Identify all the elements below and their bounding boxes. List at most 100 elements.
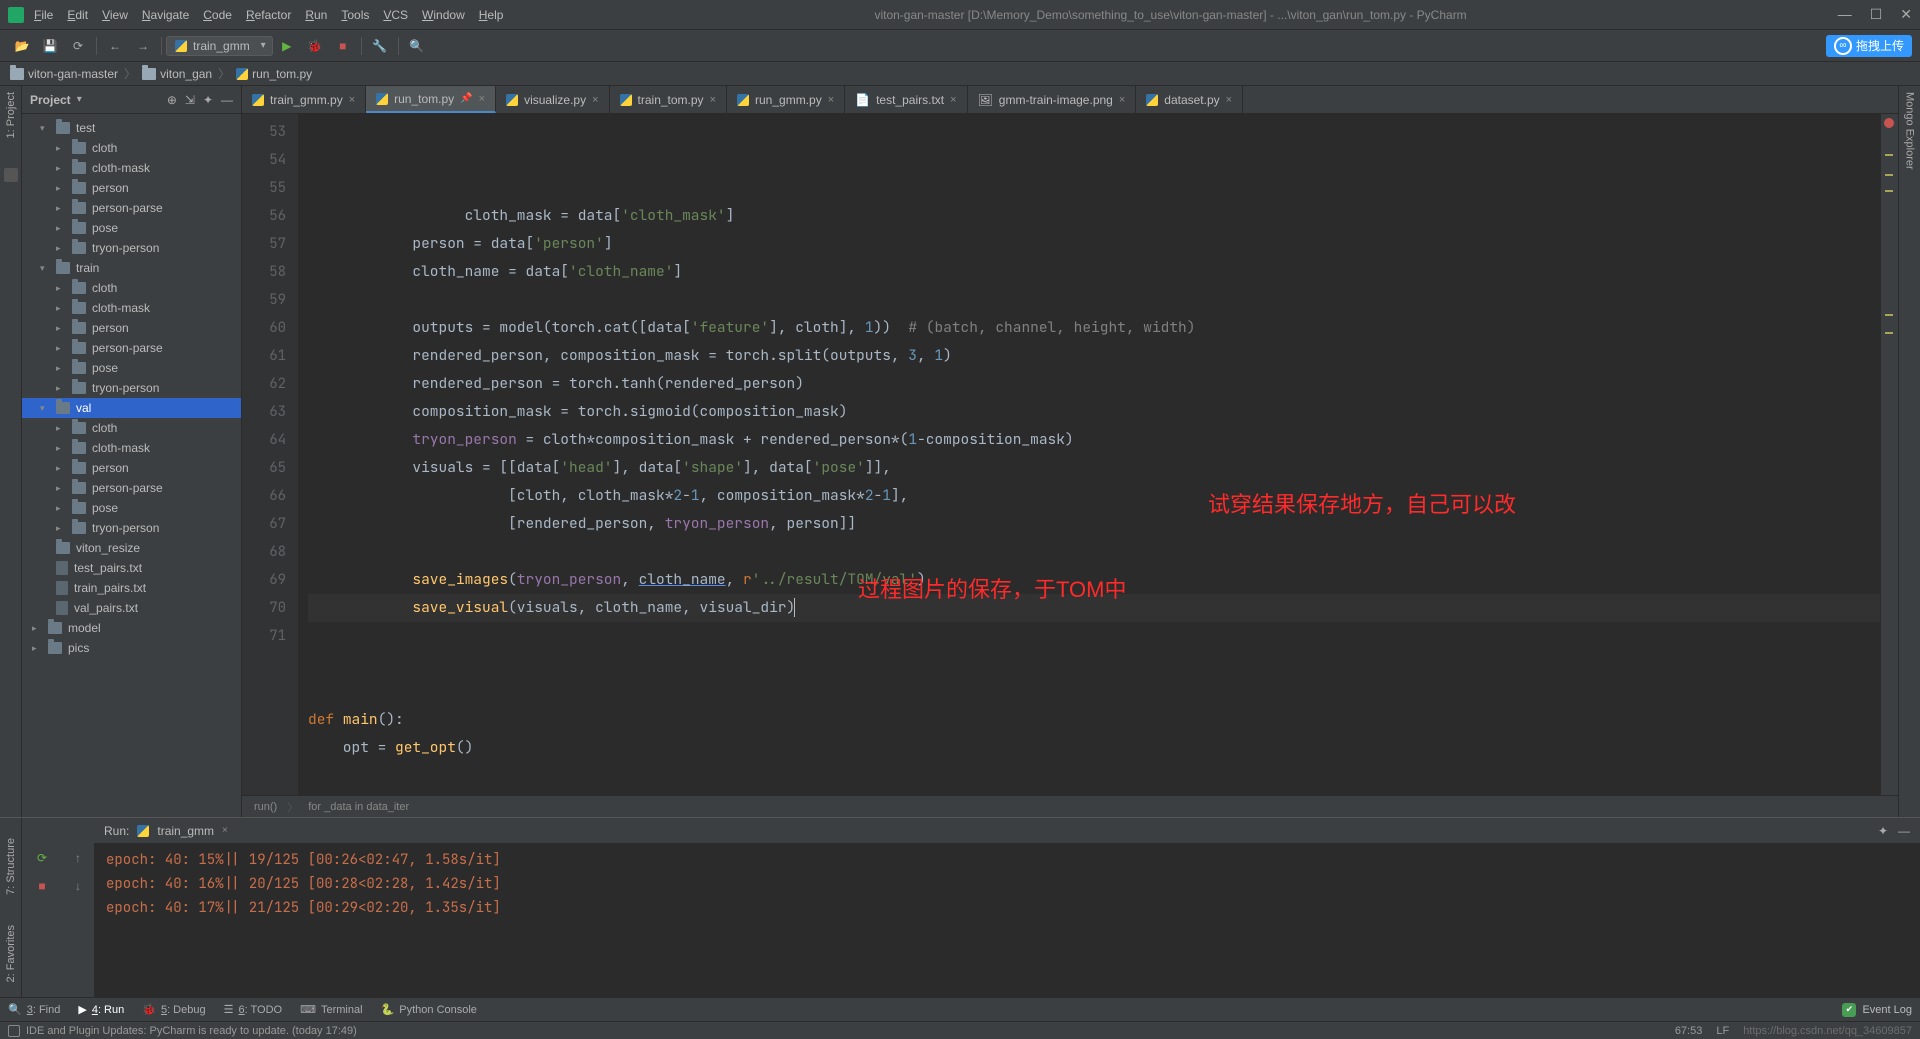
expand-arrow-icon[interactable]: ▸ bbox=[56, 243, 66, 254]
error-stripe[interactable] bbox=[1880, 114, 1898, 795]
project-view-drop-icon[interactable]: ▾ bbox=[77, 94, 82, 105]
tree-file[interactable]: val_pairs.txt bbox=[22, 598, 241, 618]
side-tab-favorites[interactable]: 2: Favorites bbox=[5, 925, 17, 982]
expand-arrow-icon[interactable]: ▸ bbox=[56, 503, 66, 514]
expand-arrow-icon[interactable]: ▸ bbox=[56, 303, 66, 314]
tooltab-debug[interactable]: 🐞5: Debug bbox=[142, 1003, 205, 1016]
refresh-icon[interactable]: ⟳ bbox=[68, 36, 88, 56]
run-hide-icon[interactable]: — bbox=[1898, 824, 1910, 838]
expand-arrow-icon[interactable]: ▾ bbox=[40, 123, 50, 134]
build-icon[interactable]: 🔧 bbox=[370, 36, 390, 56]
breadcrumb-item[interactable]: viton-gan-master bbox=[10, 67, 118, 81]
console-output[interactable]: epoch: 40: 15%|| 19/125 [00:26<02:47, 1.… bbox=[94, 844, 1920, 997]
expand-arrow-icon[interactable]: ▸ bbox=[56, 463, 66, 474]
tree-folder[interactable]: ▸cloth-mask bbox=[22, 298, 241, 318]
tab-close-icon[interactable]: × bbox=[349, 94, 355, 106]
tree-folder[interactable]: ▸person bbox=[22, 178, 241, 198]
menu-code[interactable]: Code bbox=[203, 8, 232, 22]
expand-arrow-icon[interactable]: ▸ bbox=[56, 223, 66, 234]
debug-icon[interactable]: 🐞 bbox=[305, 36, 325, 56]
tree-folder[interactable]: ▸cloth-mask bbox=[22, 158, 241, 178]
pin-icon[interactable]: 📌 bbox=[460, 93, 472, 104]
rerun-icon[interactable]: ⟳ bbox=[34, 850, 50, 866]
tree-folder[interactable]: ▸pose bbox=[22, 498, 241, 518]
editor-tab[interactable]: run_tom.py📌× bbox=[366, 86, 496, 113]
tooltab-run[interactable]: ▶4: Run bbox=[78, 1003, 124, 1016]
menu-view[interactable]: View bbox=[102, 8, 128, 22]
event-log-tab[interactable]: Event Log bbox=[1862, 1004, 1912, 1016]
tab-close-icon[interactable]: × bbox=[592, 94, 598, 106]
stop-icon[interactable]: ■ bbox=[34, 878, 50, 894]
menu-tools[interactable]: Tools bbox=[341, 8, 369, 22]
back-icon[interactable]: ← bbox=[105, 36, 125, 56]
menu-run[interactable]: Run bbox=[305, 8, 327, 22]
tree-folder[interactable]: ▸tryon-person bbox=[22, 518, 241, 538]
tooltab-todo[interactable]: ☰6: TODO bbox=[224, 1003, 283, 1016]
breadcrumb-item[interactable]: run_tom.py bbox=[236, 67, 312, 81]
tree-folder[interactable]: ▸model bbox=[22, 618, 241, 638]
tree-folder[interactable]: ▸person-parse bbox=[22, 478, 241, 498]
tree-folder[interactable]: ▸cloth bbox=[22, 278, 241, 298]
tab-close-icon[interactable]: × bbox=[828, 94, 834, 106]
expand-arrow-icon[interactable]: ▸ bbox=[56, 383, 66, 394]
project-tree[interactable]: ▾test▸cloth▸cloth-mask▸person▸person-par… bbox=[22, 114, 241, 817]
forward-icon[interactable]: → bbox=[133, 36, 153, 56]
menu-vcs[interactable]: VCS bbox=[383, 8, 408, 22]
side-tab-mongo[interactable]: Mongo Explorer bbox=[1904, 92, 1916, 170]
save-icon[interactable]: 💾 bbox=[40, 36, 60, 56]
expand-arrow-icon[interactable]: ▸ bbox=[56, 443, 66, 454]
close-button[interactable]: ✕ bbox=[1900, 6, 1912, 23]
down-icon[interactable]: ↓ bbox=[70, 878, 86, 894]
expand-arrow-icon[interactable]: ▸ bbox=[56, 523, 66, 534]
tooltab-pythonconsole[interactable]: 🐍Python Console bbox=[381, 1003, 477, 1016]
tooltab-find[interactable]: 🔍3: Find bbox=[8, 1003, 60, 1016]
menu-window[interactable]: Window bbox=[422, 8, 465, 22]
breadcrumb-item[interactable]: viton_gan bbox=[142, 67, 212, 81]
tree-folder[interactable]: ▸cloth bbox=[22, 138, 241, 158]
tree-folder[interactable]: ▸person-parse bbox=[22, 198, 241, 218]
tree-folder[interactable]: ▸person bbox=[22, 318, 241, 338]
line-ending[interactable]: LF bbox=[1716, 1025, 1729, 1037]
hide-icon[interactable]: — bbox=[221, 93, 233, 107]
editor-tab[interactable]: visualize.py× bbox=[496, 86, 609, 113]
tooltab-terminal[interactable]: ⌨Terminal bbox=[300, 1003, 362, 1016]
menu-help[interactable]: Help bbox=[479, 8, 504, 22]
maximize-button[interactable]: ☐ bbox=[1870, 6, 1883, 23]
tab-close-icon[interactable]: × bbox=[950, 94, 956, 106]
tree-folder[interactable]: ▸person bbox=[22, 458, 241, 478]
tree-folder[interactable]: ▸tryon-person bbox=[22, 238, 241, 258]
collapse-all-icon[interactable]: ⇲ bbox=[185, 93, 195, 107]
expand-arrow-icon[interactable]: ▸ bbox=[56, 363, 66, 374]
tree-folder[interactable]: ▸pose bbox=[22, 358, 241, 378]
crumb-loop[interactable]: for _data in data_iter bbox=[308, 801, 409, 813]
tab-close-icon[interactable]: × bbox=[479, 93, 485, 105]
expand-arrow-icon[interactable]: ▾ bbox=[40, 263, 50, 274]
tree-folder[interactable]: ▾val bbox=[22, 398, 241, 418]
tree-folder[interactable]: ▸person-parse bbox=[22, 338, 241, 358]
up-icon[interactable]: ↑ bbox=[70, 850, 86, 866]
code-editor[interactable]: 试穿结果保存地方，自己可以改 过程图片的保存，于TOM中 cloth_mask … bbox=[298, 114, 1880, 795]
expand-arrow-icon[interactable]: ▸ bbox=[32, 623, 42, 634]
tree-folder[interactable]: ▾test bbox=[22, 118, 241, 138]
expand-arrow-icon[interactable]: ▾ bbox=[40, 403, 50, 414]
balloon-icon[interactable] bbox=[8, 1025, 20, 1037]
side-tab-project[interactable]: 1: Project bbox=[5, 92, 17, 138]
menu-refactor[interactable]: Refactor bbox=[246, 8, 291, 22]
tree-folder[interactable]: ▸pose bbox=[22, 218, 241, 238]
expand-arrow-icon[interactable]: ▸ bbox=[56, 163, 66, 174]
expand-arrow-icon[interactable]: ▸ bbox=[56, 283, 66, 294]
search-icon[interactable]: 🔍 bbox=[407, 36, 427, 56]
run-config-selector[interactable]: train_gmm bbox=[166, 36, 273, 56]
expand-arrow-icon[interactable]: ▸ bbox=[56, 203, 66, 214]
editor-tab[interactable]: run_gmm.py× bbox=[727, 86, 845, 113]
tree-file[interactable]: train_pairs.txt bbox=[22, 578, 241, 598]
tab-close-icon[interactable]: × bbox=[1226, 94, 1232, 106]
editor-tab[interactable]: dataset.py× bbox=[1136, 86, 1243, 113]
side-tab-square-icon[interactable] bbox=[4, 168, 18, 182]
tree-folder[interactable]: ▾train bbox=[22, 258, 241, 278]
expand-arrow-icon[interactable]: ▸ bbox=[56, 343, 66, 354]
expand-arrow-icon[interactable]: ▸ bbox=[56, 423, 66, 434]
open-icon[interactable]: 📂 bbox=[12, 36, 32, 56]
expand-arrow-icon[interactable]: ▸ bbox=[56, 483, 66, 494]
menu-navigate[interactable]: Navigate bbox=[142, 8, 189, 22]
